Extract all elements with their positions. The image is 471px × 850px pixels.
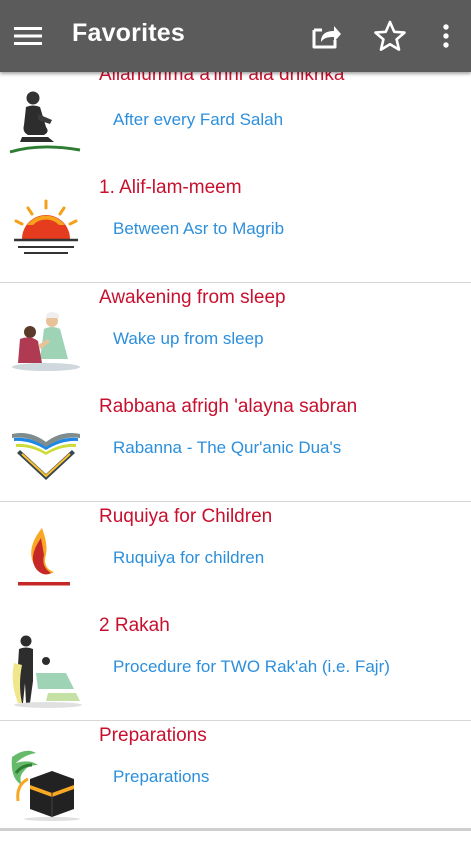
- flame-icon: [18, 528, 70, 586]
- more-vert-icon[interactable]: [436, 19, 456, 53]
- list-bottom-divider: [0, 828, 471, 831]
- list-item[interactable]: Rabbana afrigh 'alayna sabran Rabanna - …: [0, 392, 471, 502]
- item-subtitle: Preparations: [113, 767, 210, 786]
- item-subtitle: Wake up from sleep: [113, 329, 264, 348]
- list-item[interactable]: Ruquiya for Children Ruquiya for childre…: [0, 502, 471, 612]
- page-title: Favorites: [72, 19, 185, 47]
- item-title: Preparations: [99, 725, 207, 746]
- open-quran-icon: [12, 433, 80, 480]
- kaaba-icon: [11, 750, 80, 821]
- list-item[interactable]: Preparations Preparations: [0, 721, 471, 830]
- list-item[interactable]: 2 Rakah Procedure for TWO Rak'ah (i.e. F…: [0, 611, 471, 721]
- item-subtitle: Between Asr to Magrib: [113, 219, 285, 238]
- item-title: Allahumma a'inni ala dhikrika: [99, 72, 345, 85]
- app-bar: Favorites: [0, 0, 471, 72]
- item-title: 2 Rakah: [99, 615, 170, 636]
- menu-icon[interactable]: [13, 22, 43, 50]
- item-title: Ruquiya for Children: [99, 506, 273, 527]
- item-title: Awakening from sleep: [99, 287, 286, 308]
- waking-people-icon: [12, 312, 80, 371]
- list-item[interactable]: 1. Alif-lam-meem Between Asr to Magrib: [0, 173, 471, 283]
- item-subtitle: Rabanna - The Qur'anic Dua's: [113, 438, 342, 457]
- star-outline-icon[interactable]: [373, 19, 407, 53]
- item-subtitle: After every Fard Salah: [113, 110, 284, 129]
- item-subtitle: Procedure for TWO Rak'ah (i.e. Fajr): [113, 657, 390, 676]
- item-title: Rabbana afrigh 'alayna sabran: [99, 396, 358, 417]
- share-icon[interactable]: [308, 19, 342, 53]
- prayer-positions-icon: [12, 635, 82, 708]
- list-item[interactable]: Allahumma a'inni ala dhikrika After ever…: [0, 72, 471, 182]
- praying-man-icon: [9, 91, 81, 154]
- item-title: 1. Alif-lam-meem: [99, 177, 242, 198]
- favorites-list: Allahumma a'inni ala dhikrika After ever…: [0, 72, 471, 830]
- sunset-icon: [14, 199, 78, 254]
- list-item[interactable]: Awakening from sleep Wake up from sleep: [0, 283, 471, 393]
- item-subtitle: Ruquiya for children: [113, 548, 265, 567]
